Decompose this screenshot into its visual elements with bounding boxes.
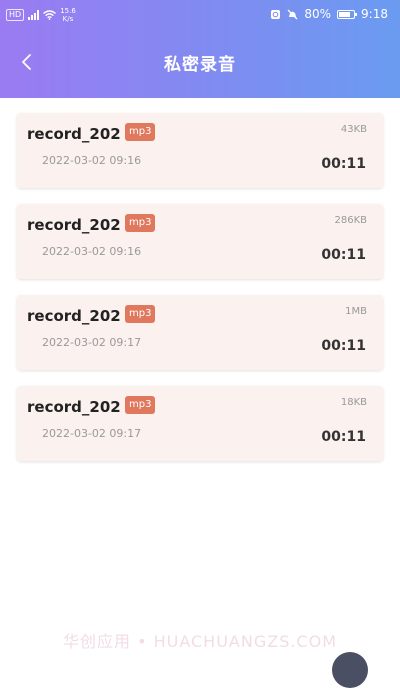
battery-fill — [339, 11, 351, 17]
status-bar-right: 80% 9:18 — [270, 7, 388, 21]
signal-icon — [28, 10, 40, 20]
recording-name: record_202 — [27, 398, 121, 416]
file-size: 286KB — [334, 215, 367, 226]
status-bar: HD 15.6 K/s 80% 9:18 — [0, 0, 400, 32]
recording-duration: 00:11 — [321, 338, 366, 354]
recording-date: 2022-03-02 09:16 — [42, 245, 142, 258]
recording-card[interactable]: record_202 mp3 286KB 2022-03-02 09:16 00… — [17, 204, 383, 279]
network-speed-unit: K/s — [62, 15, 74, 23]
recording-date: 2022-03-02 09:17 — [42, 336, 142, 349]
floating-action-button[interactable] — [332, 652, 368, 688]
format-badge: mp3 — [125, 305, 156, 323]
network-speed: 15.6 K/s — [60, 7, 76, 23]
page-title: 私密录音 — [164, 55, 236, 75]
recording-name: record_202 — [27, 216, 121, 234]
watermark: 华创应用 • HUACHUANGZS.COM — [62, 632, 338, 651]
network-speed-value: 15.6 — [60, 7, 76, 15]
wifi-icon — [43, 10, 57, 20]
hd-badge: HD — [6, 9, 25, 21]
recording-card[interactable]: record_202 mp3 18KB 2022-03-02 09:17 00:… — [17, 386, 383, 461]
format-badge: mp3 — [125, 396, 156, 414]
alarm-icon — [271, 9, 281, 19]
nav-row: 私密录音 — [0, 46, 400, 82]
recording-duration: 00:11 — [321, 429, 366, 445]
file-size: 1MB — [345, 306, 367, 317]
mute-bell-icon — [287, 9, 298, 19]
recording-date: 2022-03-02 09:16 — [42, 154, 142, 167]
battery-percent: 80% — [304, 7, 332, 21]
format-badge: mp3 — [125, 214, 156, 232]
status-time: 9:18 — [361, 7, 388, 21]
recording-card[interactable]: record_202 mp3 1MB 2022-03-02 09:17 00:1… — [17, 295, 383, 370]
battery-icon — [337, 9, 358, 19]
recording-name: record_202 — [27, 307, 121, 325]
recording-card[interactable]: record_202 mp3 43KB 2022-03-02 09:16 00:… — [17, 113, 383, 188]
recording-duration: 00:11 — [321, 247, 366, 263]
format-badge: mp3 — [125, 123, 156, 141]
recording-duration: 00:11 — [321, 156, 366, 172]
recording-list: record_202 mp3 43KB 2022-03-02 09:16 00:… — [17, 113, 383, 477]
file-size: 43KB — [340, 124, 367, 135]
file-size: 18KB — [340, 397, 367, 408]
recording-date: 2022-03-02 09:17 — [42, 427, 142, 440]
header-bar: HD 15.6 K/s 80% 9:18 私密录音 — [0, 0, 400, 98]
status-bar-left: HD 15.6 K/s — [6, 7, 76, 23]
recording-name: record_202 — [27, 125, 121, 143]
